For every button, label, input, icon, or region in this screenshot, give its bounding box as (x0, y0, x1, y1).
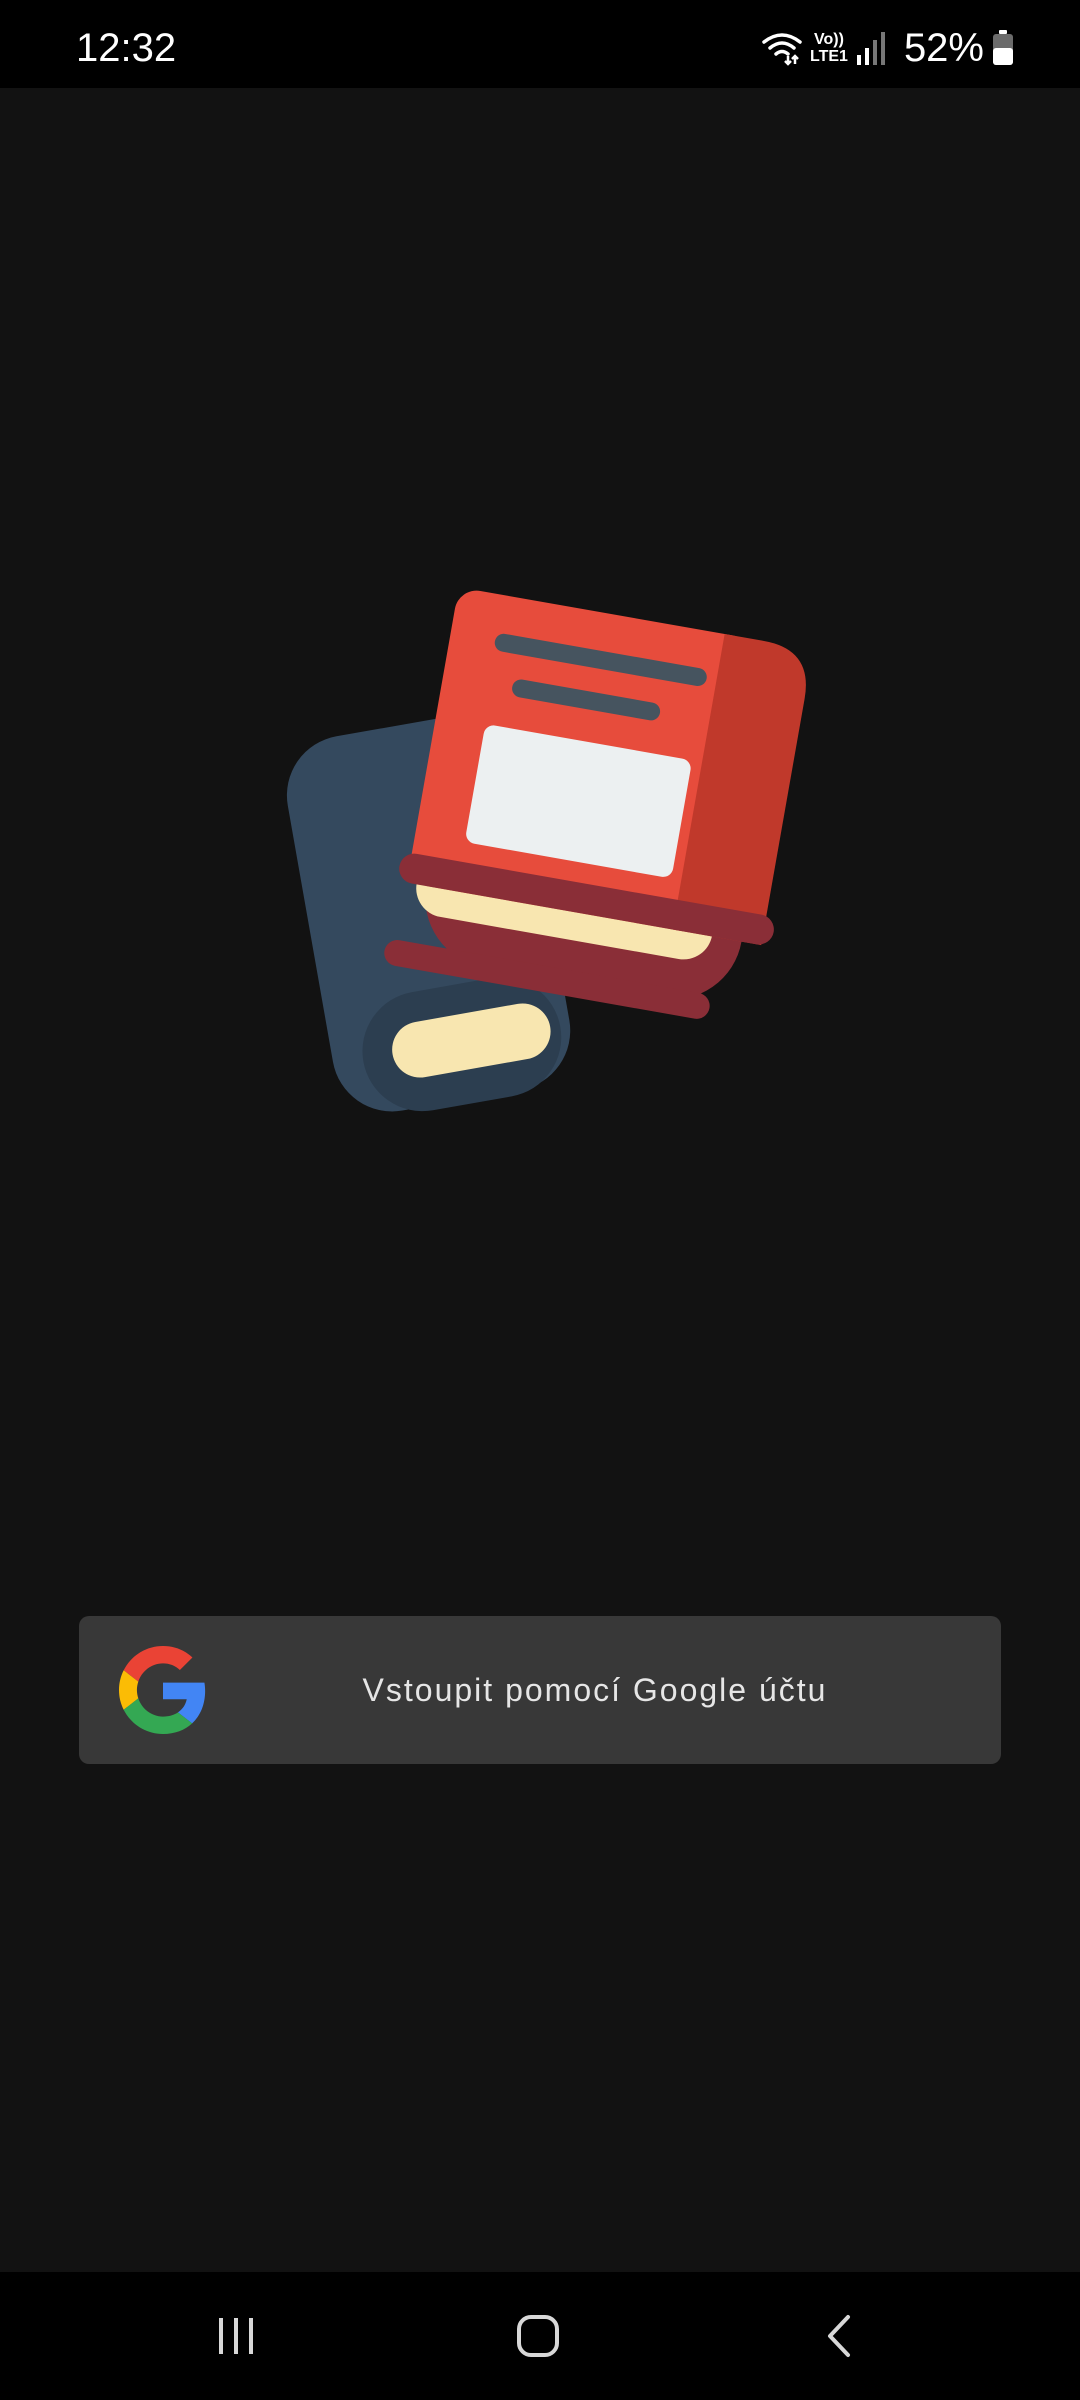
back-icon (828, 2315, 850, 2357)
volte-top-label: Vo)) (814, 31, 844, 48)
battery-percent: 52% (903, 26, 984, 70)
google-sign-in-button[interactable]: Vstoupit pomocí Google účtu (79, 1616, 1001, 1764)
status-time: 12:32 (76, 26, 177, 70)
navigation-bar (0, 2272, 1080, 2400)
battery-icon (993, 30, 1013, 65)
google-sign-in-label: Vstoupit pomocí Google účtu (362, 1672, 828, 1708)
status-bar: 12:32 Vo)) LTE1 52% (0, 0, 1080, 88)
home-button[interactable] (478, 2296, 598, 2376)
wifi-icon (762, 33, 802, 66)
recent-apps-icon (219, 2318, 253, 2354)
books-logo (270, 580, 810, 1120)
status-icons: Vo)) LTE1 52% (762, 26, 1014, 70)
home-icon (517, 2315, 559, 2357)
recent-apps-button[interactable] (176, 2296, 296, 2376)
back-button[interactable] (780, 2296, 900, 2376)
volte-indicator: Vo)) LTE1 (810, 31, 848, 65)
signal-icon (856, 32, 885, 65)
volte-bottom-label: LTE1 (810, 48, 848, 65)
google-g-icon (119, 1646, 206, 1734)
